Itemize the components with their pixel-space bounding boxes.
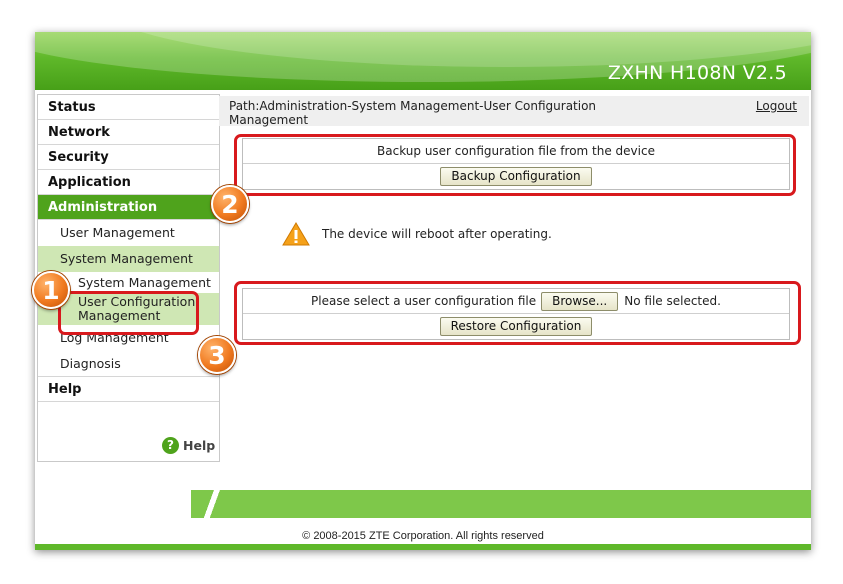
device-model-title: ZXHN H108N V2.5 — [607, 62, 787, 84]
callout-box-restore — [234, 281, 801, 345]
callout-box-backup — [234, 134, 796, 196]
callout-box-sidebar — [58, 291, 199, 335]
header-banner: ZXHN H108N V2.5 — [35, 32, 811, 90]
breadcrumb: Path:Administration-System Management-Us… — [229, 99, 597, 127]
sidebar-item-administration[interactable]: Administration — [38, 195, 219, 220]
help-icon: ? — [162, 437, 179, 454]
sidebar-item-application[interactable]: Application — [38, 170, 219, 195]
warning-triangle-icon — [282, 222, 310, 246]
sidebar-item-status[interactable]: Status — [38, 95, 219, 120]
sidebar-item-security[interactable]: Security — [38, 145, 219, 170]
callout-badge-3: 3 — [198, 336, 236, 374]
help-link-label: Help — [183, 438, 216, 453]
copyright-text: © 2008-2015 ZTE Corporation. All rights … — [302, 530, 544, 542]
warning-text: The device will reboot after operating. — [322, 227, 552, 241]
breadcrumb-bar: Path:Administration-System Management-Us… — [219, 96, 809, 127]
callout-badge-1: 1 — [32, 271, 70, 309]
footer-band — [191, 490, 811, 518]
callout-badge-2: 2 — [211, 185, 249, 223]
footer-stripe — [195, 490, 239, 518]
sidebar-item-help[interactable]: Help — [38, 377, 219, 402]
help-link[interactable]: ? Help — [162, 437, 215, 454]
sidebar-item-network[interactable]: Network — [38, 120, 219, 145]
logout-link[interactable]: Logout — [756, 99, 797, 113]
bottom-bar — [35, 544, 811, 550]
sidebar-subitem-diagnosis[interactable]: Diagnosis — [38, 351, 219, 377]
sidebar-subitem-system-management[interactable]: System Management — [38, 246, 219, 272]
reboot-warning: The device will reboot after operating. — [282, 222, 552, 246]
sidebar-subitem-user-management[interactable]: User Management — [38, 220, 219, 246]
